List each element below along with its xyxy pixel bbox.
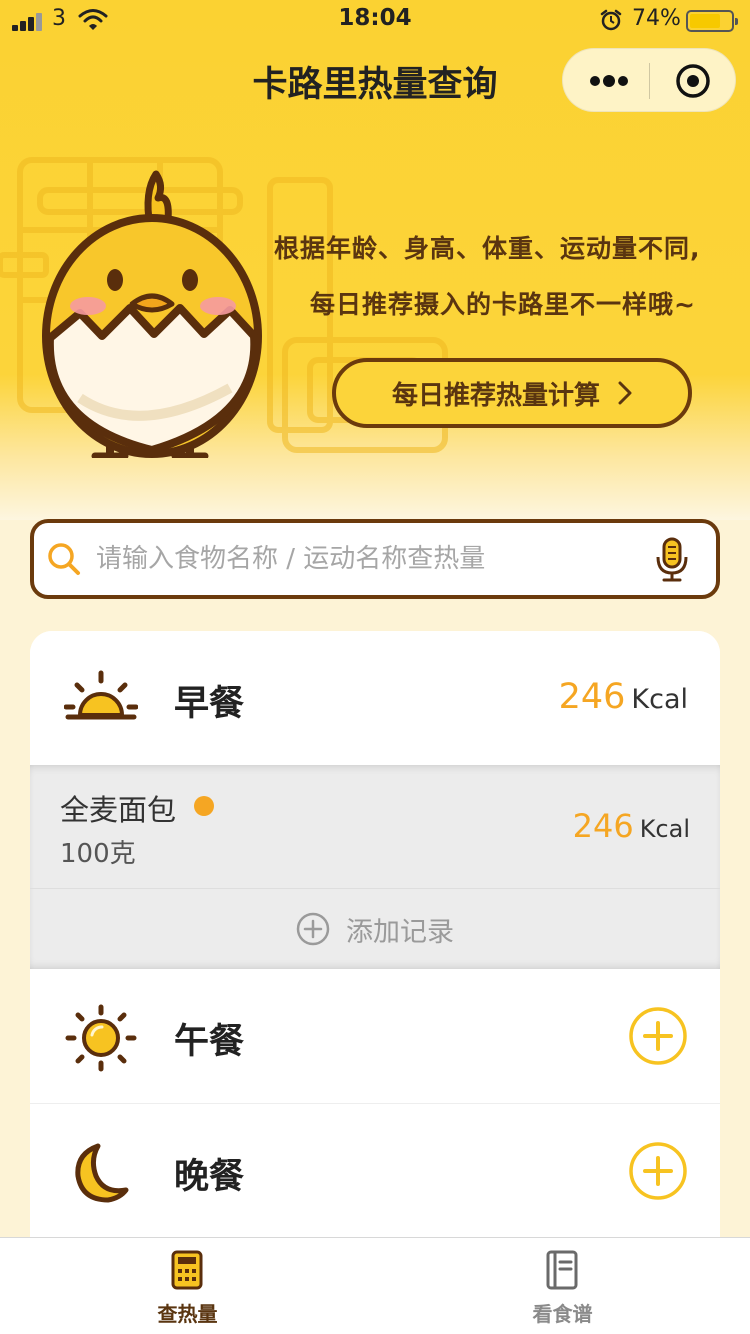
tab-label: 查热量 — [157, 1302, 218, 1326]
recipe-book-icon — [546, 1250, 578, 1290]
search-input[interactable] — [96, 535, 636, 583]
meal-name-lunch: 午餐 — [174, 1022, 245, 1062]
mini-program-capsule — [562, 48, 736, 112]
meal-name-dinner: 晚餐 — [174, 1157, 245, 1197]
tab-recipes[interactable]: 看食谱 — [375, 1238, 750, 1334]
food-status-dot — [194, 796, 214, 816]
capsule-divider — [649, 63, 650, 99]
sunrise-icon — [64, 670, 138, 720]
meal-name-breakfast: 早餐 — [174, 684, 245, 724]
meal-row-lunch[interactable]: 午餐 — [30, 969, 720, 1103]
calculator-icon — [171, 1250, 203, 1290]
moon-icon — [75, 1143, 129, 1203]
battery-icon — [686, 10, 738, 32]
add-record-label: 添加记录 — [346, 916, 454, 948]
add-record-button[interactable]: 添加记录 — [30, 889, 720, 969]
breakfast-calories: 246 Kcal — [559, 677, 688, 717]
food-calories: 246 Kcal — [573, 807, 690, 845]
alarm-icon — [600, 9, 622, 31]
search-bar — [30, 519, 720, 599]
breakfast-food-list: 全麦面包 100克 246 Kcal 添加记录 — [30, 765, 720, 969]
more-dots-icon[interactable] — [589, 70, 629, 92]
search-icon — [48, 543, 80, 575]
list-item[interactable]: 全麦面包 100克 246 Kcal — [30, 765, 720, 889]
food-calorie-unit: Kcal — [639, 815, 690, 843]
food-name: 全麦面包 — [60, 793, 177, 827]
microphone-icon[interactable] — [654, 537, 690, 583]
battery-percent: 74% — [632, 6, 681, 31]
hero-text-line1: 根据年龄、身高、体重、运动量不同, — [274, 234, 701, 263]
meal-row-dinner[interactable]: 晚餐 — [30, 1103, 720, 1237]
chick-mascot-image — [42, 170, 262, 458]
meal-card: 早餐 246 Kcal 全麦面包 100克 246 Kcal 添加记录 午餐 晚… — [30, 631, 720, 1251]
food-calorie-value: 246 — [572, 807, 634, 845]
add-dinner-icon[interactable] — [628, 1141, 688, 1201]
sun-icon — [65, 1004, 137, 1072]
meal-row-breakfast[interactable]: 早餐 246 Kcal — [30, 631, 720, 765]
food-amount: 100克 — [60, 839, 136, 869]
target-close-icon[interactable] — [675, 63, 711, 99]
bottom-tab-bar: 查热量 看食谱 — [0, 1237, 750, 1334]
plus-circle-icon — [296, 912, 330, 946]
tab-label: 看食谱 — [532, 1302, 593, 1326]
chevron-right-icon — [618, 381, 632, 405]
tab-calorie-lookup[interactable]: 查热量 — [0, 1238, 375, 1334]
add-lunch-icon[interactable] — [628, 1006, 688, 1066]
breakfast-calorie-unit: Kcal — [631, 684, 688, 715]
calc-button-label: 每日推荐热量计算 — [391, 380, 600, 411]
daily-calorie-calc-button[interactable]: 每日推荐热量计算 — [332, 358, 692, 428]
status-bar: 3 18:04 74% — [0, 0, 750, 40]
hero-text-line2: 每日推荐摄入的卡路里不一样哦~ — [310, 290, 696, 319]
breakfast-calorie-value: 246 — [558, 677, 626, 717]
